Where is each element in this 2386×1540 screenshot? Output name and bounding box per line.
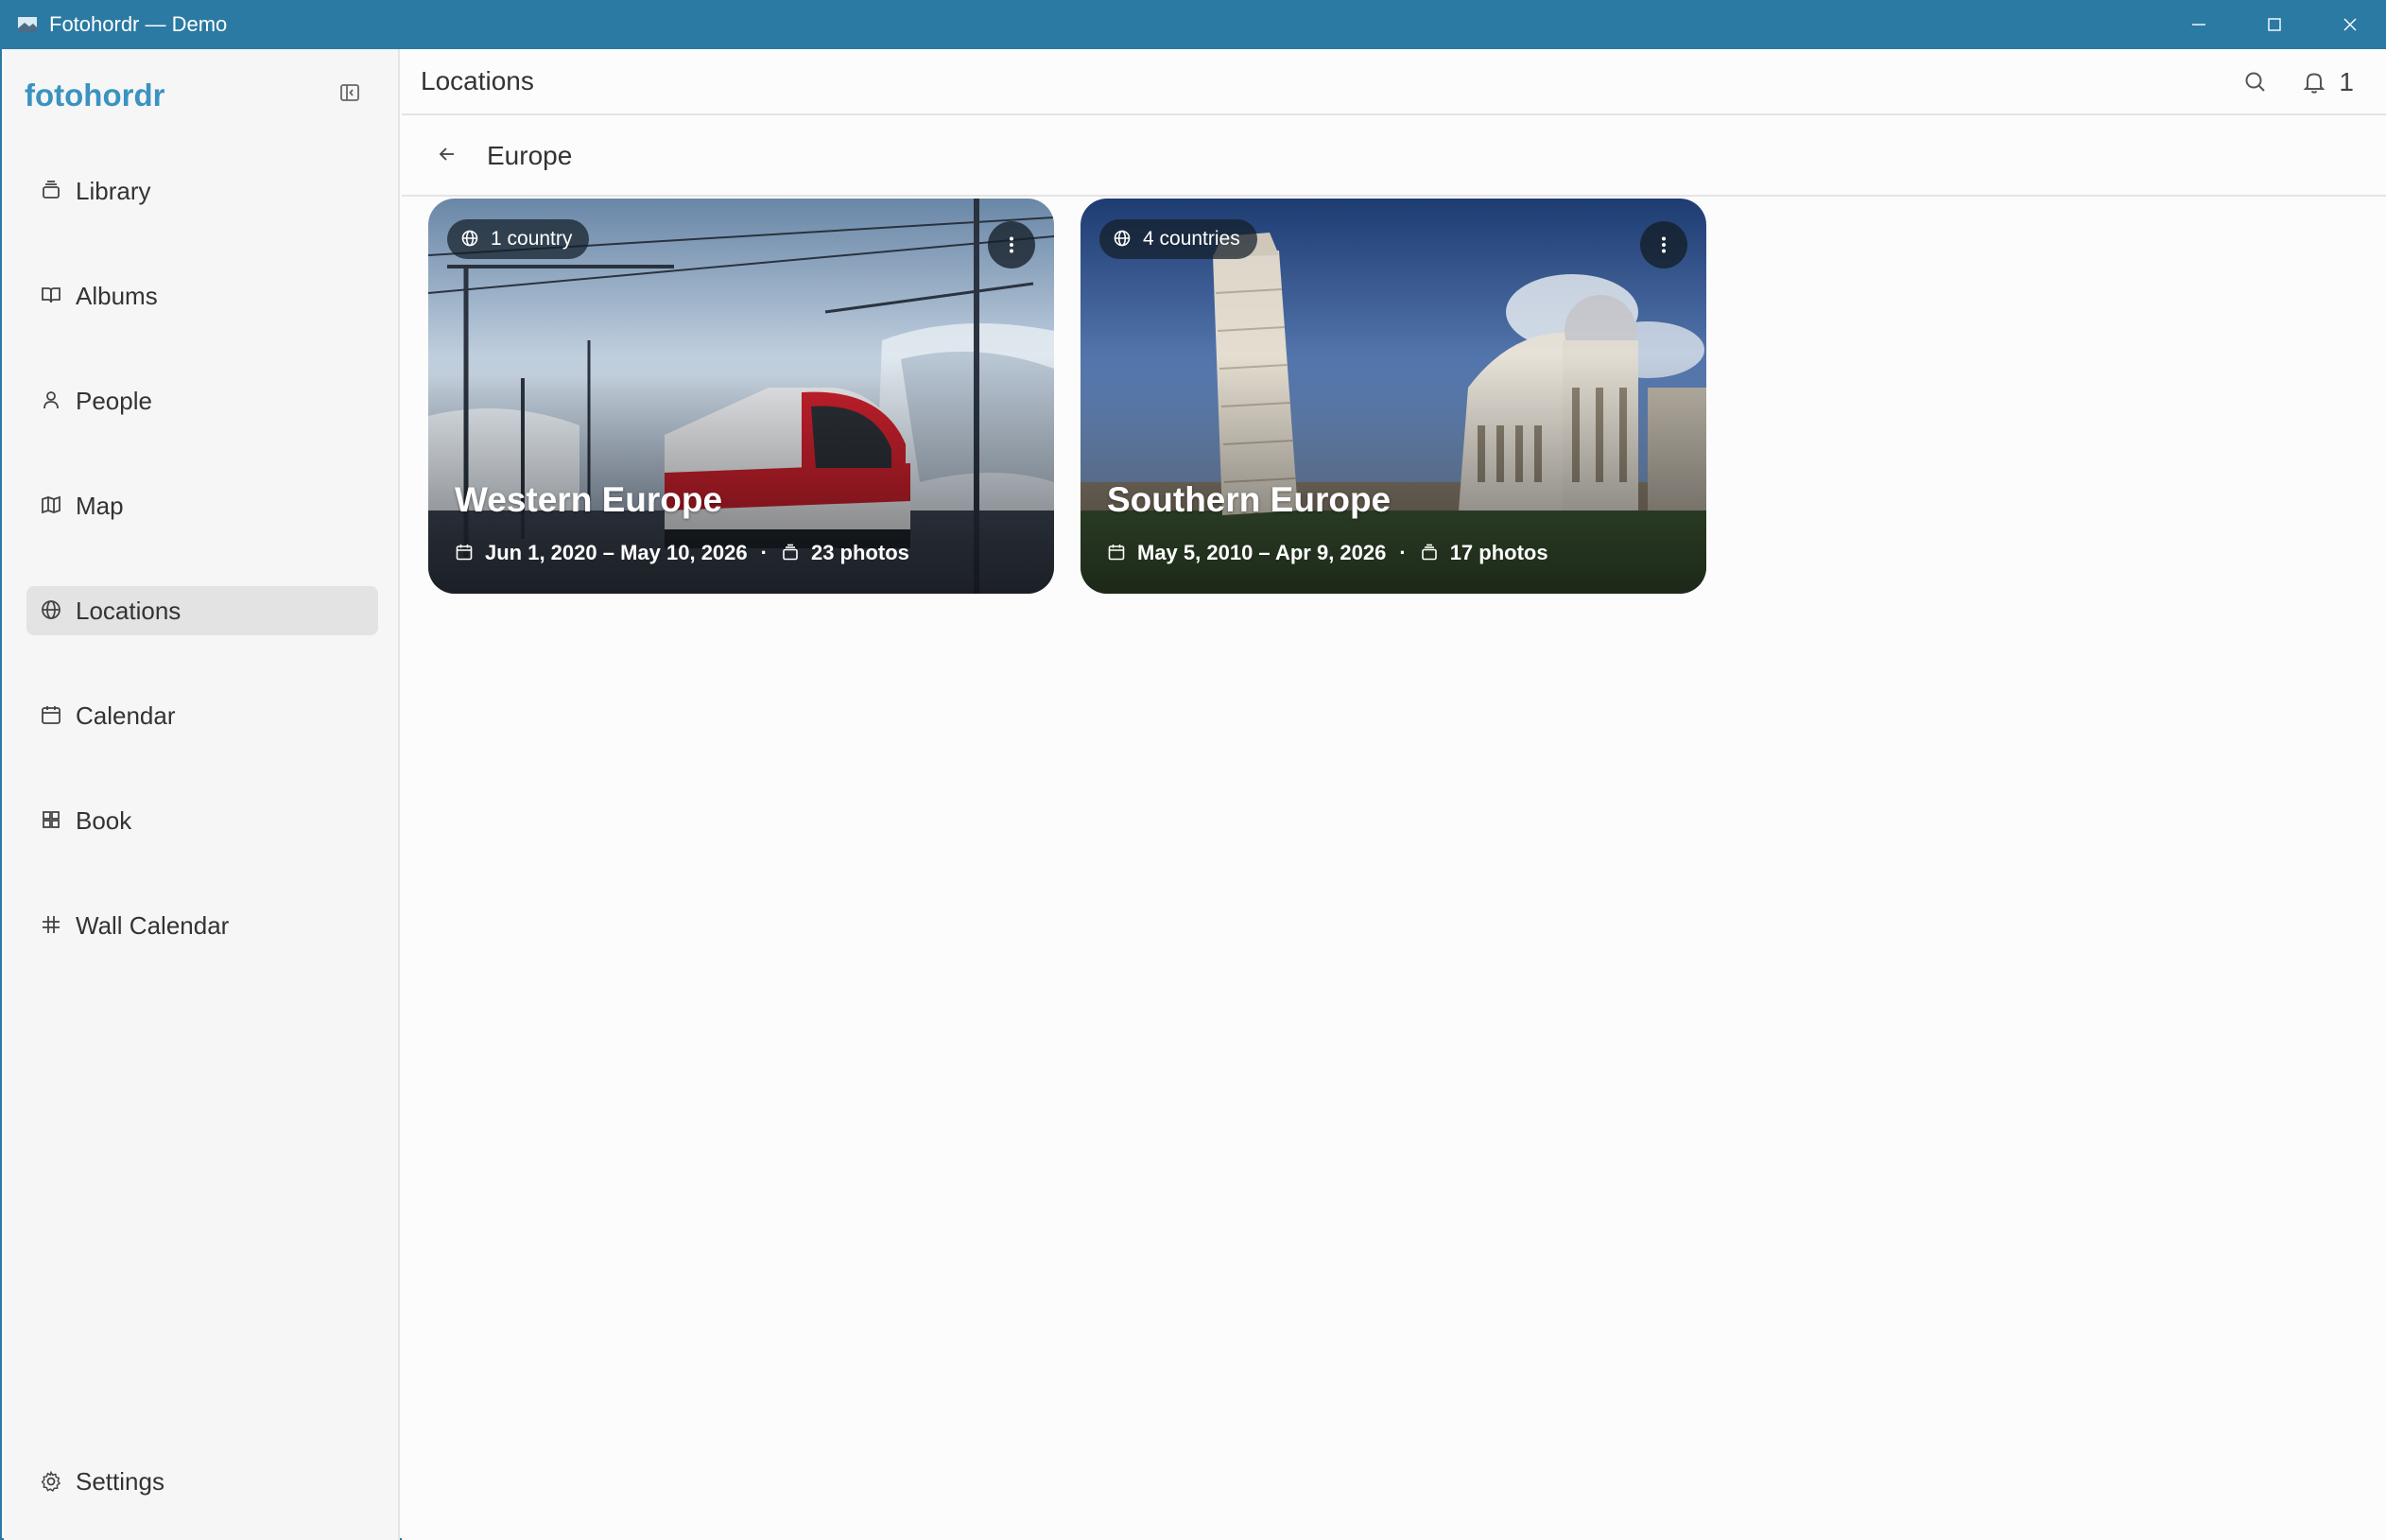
- person-icon: [40, 389, 64, 413]
- location-card-southern-europe[interactable]: 4 countries Southern Europe May 5, 2010 …: [1081, 199, 1706, 594]
- close-button[interactable]: [2312, 0, 2386, 49]
- globe-icon: [460, 229, 481, 250]
- calendar-icon: [1107, 543, 1128, 563]
- sidebar-collapse-button[interactable]: [338, 81, 365, 108]
- sidebar-item-book[interactable]: Book: [26, 796, 378, 845]
- sidebar-item-label: People: [76, 386, 152, 415]
- sidebar-item-label: Map: [76, 491, 124, 520]
- country-count-chip: 4 countries: [1099, 219, 1257, 259]
- sidebar-item-label: Library: [76, 176, 151, 205]
- breadcrumb-current: Europe: [487, 141, 573, 170]
- separator-dot: ·: [1399, 541, 1407, 564]
- card-menu-button[interactable]: [1640, 221, 1687, 268]
- page-title: Locations: [421, 66, 534, 95]
- hash-icon: [40, 913, 64, 938]
- country-count-chip: 1 country: [447, 219, 590, 259]
- app-window: Fotohordr — Demo fotohordr Library Album…: [0, 0, 2386, 1540]
- title-bar: Fotohordr — Demo: [2, 0, 2386, 49]
- window-controls: [2161, 0, 2386, 49]
- notification-count: 1: [2339, 67, 2354, 96]
- minimize-button[interactable]: [2161, 0, 2237, 49]
- sidebar-item-label: Wall Calendar: [76, 910, 230, 940]
- card-title: Southern Europe: [1107, 480, 1392, 519]
- more-vertical-icon: [1662, 236, 1666, 253]
- maximize-button[interactable]: [2237, 0, 2312, 49]
- sidebar-collapse-icon: [340, 84, 359, 101]
- window-title: Fotohordr — Demo: [49, 12, 228, 36]
- sidebar-item-people[interactable]: People: [26, 376, 378, 425]
- minimize-icon: [2192, 24, 2205, 26]
- back-button[interactable]: [436, 143, 462, 169]
- sidebar-item-label: Albums: [76, 281, 158, 310]
- globe-icon: [40, 598, 64, 623]
- library-icon: [781, 543, 802, 563]
- sidebar-item-settings[interactable]: Settings: [40, 1467, 164, 1497]
- header-actions: 1: [2242, 49, 2354, 115]
- card-meta: May 5, 2010 – Apr 9, 2026 · 17 photos: [1107, 541, 1548, 565]
- card-menu-button[interactable]: [988, 221, 1035, 268]
- card-meta: Jun 1, 2020 – May 10, 2026 · 23 photos: [455, 541, 909, 565]
- close-icon: [2343, 18, 2357, 31]
- sidebar-item-albums[interactable]: Albums: [26, 271, 378, 320]
- location-card-western-europe[interactable]: 1 country Western Europe Jun 1, 2020 – M…: [428, 199, 1054, 594]
- book-open-icon: [40, 284, 64, 308]
- settings-label: Settings: [76, 1467, 164, 1496]
- card-title: Western Europe: [455, 480, 723, 519]
- chip-label: 4 countries: [1143, 228, 1240, 250]
- calendar-icon: [40, 703, 64, 728]
- brand-logo[interactable]: fotohordr: [25, 78, 164, 113]
- sidebar-item-calendar[interactable]: Calendar: [26, 691, 378, 740]
- library-icon: [40, 179, 64, 203]
- card-photo-count: 23 photos: [810, 541, 909, 564]
- search-button[interactable]: [2242, 69, 2269, 95]
- notifications-button[interactable]: 1: [2301, 67, 2354, 97]
- sidebar-nav: Library Albums People Map Locations Cale…: [26, 166, 378, 1006]
- sidebar: fotohordr Library Albums People Map Loca…: [4, 49, 400, 1540]
- sidebar-item-library[interactable]: Library: [26, 166, 378, 216]
- sidebar-item-label: Calendar: [76, 701, 176, 730]
- sidebar-item-label: Book: [76, 805, 132, 835]
- separator-dot: ·: [760, 541, 768, 564]
- maximize-icon: [2268, 18, 2281, 31]
- chip-label: 1 country: [491, 228, 573, 250]
- globe-icon: [1113, 229, 1133, 250]
- library-icon: [1420, 543, 1441, 563]
- location-cards: 1 country Western Europe Jun 1, 2020 – M…: [428, 199, 1706, 594]
- card-photo-count: 17 photos: [1449, 541, 1548, 564]
- breadcrumb: Europe: [402, 117, 2386, 197]
- page-header: Locations 1: [402, 49, 2386, 115]
- map-icon: [40, 493, 64, 518]
- sidebar-item-locations[interactable]: Locations: [26, 586, 378, 635]
- sidebar-item-map[interactable]: Map: [26, 481, 378, 530]
- card-date-range: Jun 1, 2020 – May 10, 2026: [485, 541, 748, 564]
- gear-icon: [40, 1470, 64, 1495]
- grid-icon: [40, 808, 64, 833]
- bell-icon: [2304, 73, 2325, 94]
- main-content: Locations 1 Europe 1 country Western Eur…: [402, 49, 2386, 1540]
- calendar-icon: [455, 543, 475, 563]
- sidebar-item-wall-calendar[interactable]: Wall Calendar: [26, 901, 378, 950]
- sidebar-item-label: Locations: [76, 596, 182, 625]
- search-icon: [2245, 72, 2266, 92]
- arrow-left-icon: [439, 147, 454, 161]
- card-date-range: May 5, 2010 – Apr 9, 2026: [1137, 541, 1387, 564]
- app-logo-icon: [17, 16, 38, 33]
- more-vertical-icon: [1010, 236, 1013, 253]
